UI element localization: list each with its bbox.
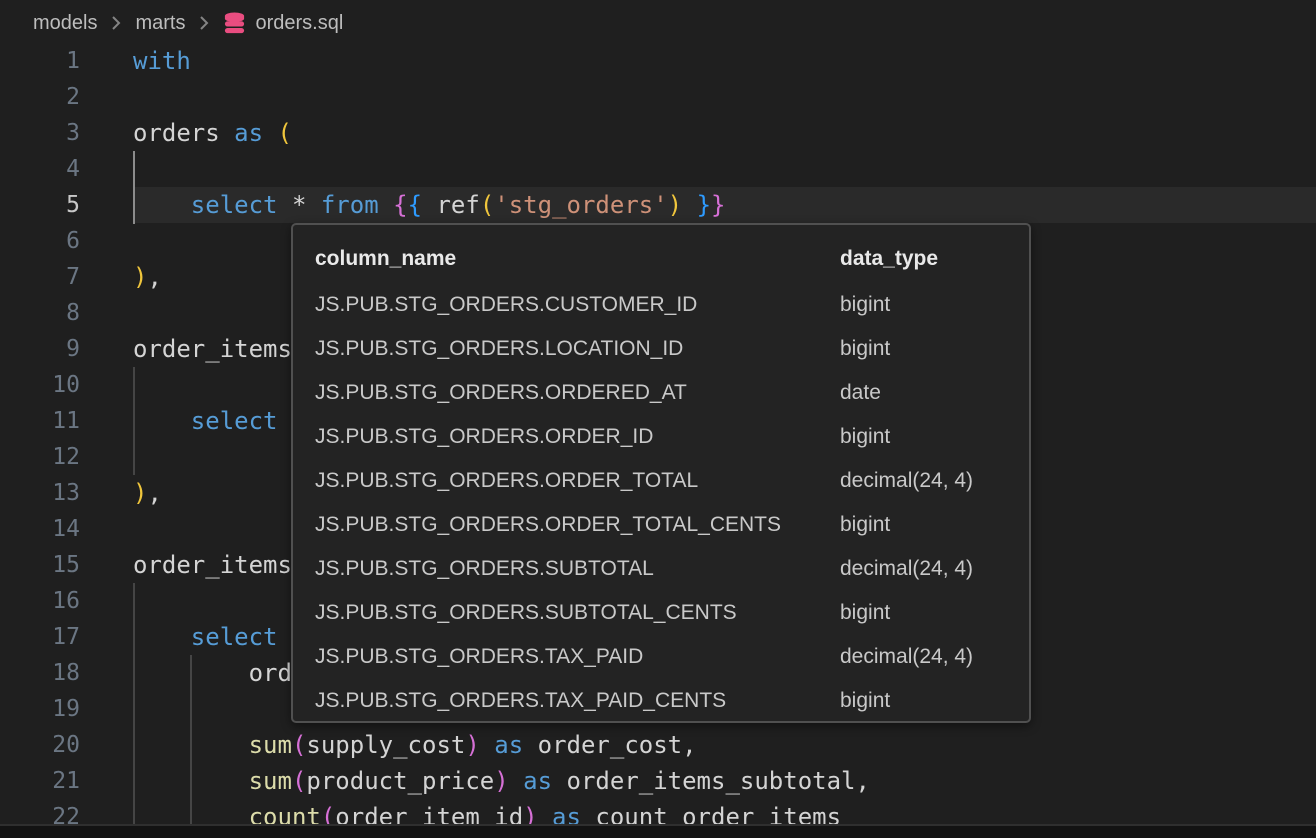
data-type-cell: bigint [840,503,890,547]
hover-table-row: JS.PUB.STG_ORDERS.ORDER_TOTAL decimal(24,… [315,459,1029,503]
breadcrumb-item-models[interactable]: models [33,12,97,35]
code-text: order_items [133,331,292,367]
hover-table-row: JS.PUB.STG_ORDERS.CUSTOMER_ID bigint [315,283,1029,327]
line-number[interactable]: 16 [0,583,80,619]
line-number[interactable]: 2 [0,79,80,115]
line-number[interactable]: 4 [0,151,80,187]
line-number[interactable]: 11 [0,403,80,439]
hover-table-row: JS.PUB.STG_ORDERS.TAX_PAID decimal(24, 4) [315,635,1029,679]
code-text: select * from {{ ref('stg_orders') }} [133,187,725,223]
hover-popup-column-table: column_name data_type JS.PUB.STG_ORDERS.… [291,223,1031,723]
data-type-cell: bigint [840,591,890,635]
hover-table-row: JS.PUB.STG_ORDERS.SUBTOTAL decimal(24, 4) [315,547,1029,591]
line-number[interactable]: 15 [0,547,80,583]
line-number[interactable]: 20 [0,727,80,763]
data-type-header: data_type [840,241,938,277]
column-name-cell: JS.PUB.STG_ORDERS.SUBTOTAL [315,547,654,591]
hover-table-row: JS.PUB.STG_ORDERS.ORDERED_AT date [315,371,1029,415]
breadcrumb-file-name: orders.sql [255,12,343,35]
code-line[interactable]: 20 sum(supply_cost) as order_cost, [0,727,1316,763]
line-number[interactable]: 19 [0,691,80,727]
hover-table-header: column_name data_type [315,241,1029,283]
hover-table-row: JS.PUB.STG_ORDERS.ORDER_ID bigint [315,415,1029,459]
editor-pane[interactable]: 1 with 23 orders as ( 45 select * from {{ re… [0,46,1316,838]
data-type-cell: bigint [840,327,890,371]
hover-table-row: JS.PUB.STG_ORDERS.TAX_PAID_CENTS bigint [315,679,1029,723]
line-number[interactable]: 8 [0,295,80,331]
column-name-header: column_name [315,241,456,277]
column-name-cell: JS.PUB.STG_ORDERS.TAX_PAID [315,635,643,679]
breadcrumb-item-file[interactable]: orders.sql [223,11,343,35]
column-name-cell: JS.PUB.STG_ORDERS.LOCATION_ID [315,327,683,371]
hover-table-body: JS.PUB.STG_ORDERS.CUSTOMER_IDbigintJS.PU… [315,283,1029,723]
line-number[interactable]: 18 [0,655,80,691]
database-icon [223,11,246,35]
data-type-cell: bigint [840,283,890,327]
code-line[interactable]: 3 orders as ( [0,115,1316,151]
line-number[interactable]: 3 [0,115,80,151]
code-text: with [133,43,191,79]
code-text: ord [133,655,292,691]
hover-table-row: JS.PUB.STG_ORDERS.SUBTOTAL_CENTS bigint [315,591,1029,635]
line-number[interactable]: 10 [0,367,80,403]
line-number[interactable]: 12 [0,439,80,475]
code-text: select [133,619,278,655]
breadcrumb: models marts orders.sql [0,0,1316,46]
data-type-cell: bigint [840,679,890,723]
hover-table-row: JS.PUB.STG_ORDERS.LOCATION_ID bigint [315,327,1029,371]
code-line[interactable]: 5 select * from {{ ref('stg_orders') }} [0,187,1316,223]
code-text: select [133,403,278,439]
chevron-right-icon [198,13,210,33]
line-number[interactable]: 7 [0,259,80,295]
line-number[interactable]: 5 [0,187,80,223]
code-line[interactable]: 1 with [0,43,1316,79]
hover-table-row: JS.PUB.STG_ORDERS.ORDER_TOTAL_CENTS bigin… [315,503,1029,547]
code-text: order_items [133,547,292,583]
chevron-right-icon [110,13,122,33]
column-name-cell: JS.PUB.STG_ORDERS.CUSTOMER_ID [315,283,697,327]
code-line[interactable]: 21 sum(product_price) as order_items_sub… [0,763,1316,799]
code-line[interactable]: 4 [0,151,1316,187]
column-name-cell: JS.PUB.STG_ORDERS.ORDER_TOTAL_CENTS [315,503,781,547]
line-number[interactable]: 14 [0,511,80,547]
code-line[interactable]: 2 [0,79,1316,115]
line-number[interactable]: 17 [0,619,80,655]
column-name-cell: JS.PUB.STG_ORDERS.ORDER_TOTAL [315,459,698,503]
column-name-cell: JS.PUB.STG_ORDERS.TAX_PAID_CENTS [315,679,726,723]
breadcrumb-item-marts[interactable]: marts [135,12,185,35]
data-type-cell: decimal(24, 4) [840,547,973,591]
column-name-cell: JS.PUB.STG_ORDERS.SUBTOTAL_CENTS [315,591,737,635]
column-name-cell: JS.PUB.STG_ORDERS.ORDERED_AT [315,371,687,415]
column-name-cell: JS.PUB.STG_ORDERS.ORDER_ID [315,415,653,459]
code-text: orders as ( [133,115,292,151]
data-type-cell: date [840,371,881,415]
line-number[interactable]: 13 [0,475,80,511]
line-number[interactable]: 9 [0,331,80,367]
line-number[interactable]: 1 [0,43,80,79]
data-type-cell: bigint [840,415,890,459]
line-number[interactable]: 21 [0,763,80,799]
data-type-cell: decimal(24, 4) [840,459,973,503]
data-type-cell: decimal(24, 4) [840,635,973,679]
code-text: ), [133,259,162,295]
line-number[interactable]: 6 [0,223,80,259]
bottom-panel-edge [0,824,1316,838]
code-text: sum(product_price) as order_items_subtot… [133,763,870,799]
code-text: sum(supply_cost) as order_cost, [133,727,697,763]
code-text: ), [133,475,162,511]
